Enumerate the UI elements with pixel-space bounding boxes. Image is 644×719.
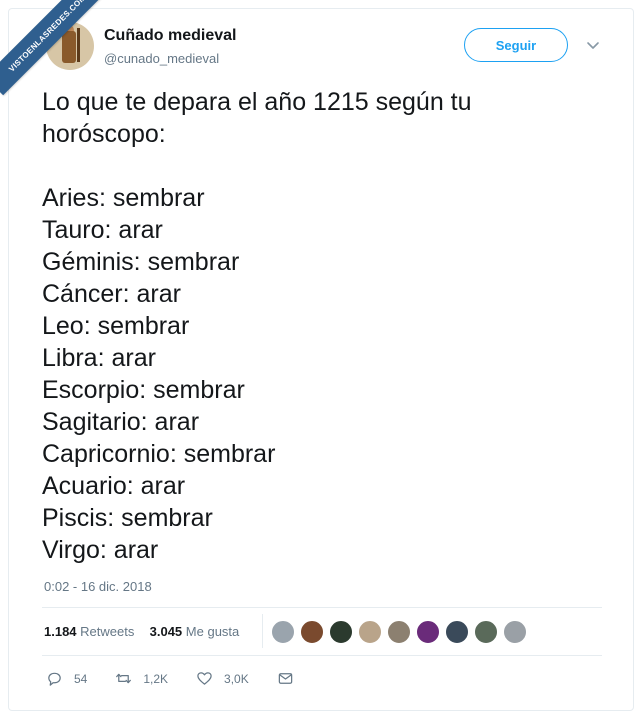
tweet-intro-line: Lo que te depara el año 1215 según tu xyxy=(42,88,472,116)
liker-avatar[interactable] xyxy=(358,620,382,644)
author-name[interactable]: Cuñado medieval xyxy=(104,27,236,45)
horoscope-line: Libra: arar xyxy=(42,344,156,372)
likes-count[interactable]: 3.045 xyxy=(150,624,183,639)
liker-avatar[interactable] xyxy=(474,620,498,644)
liker-avatars xyxy=(271,620,532,644)
message-icon xyxy=(278,673,292,684)
liker-avatar[interactable] xyxy=(300,620,324,644)
like-count: 3,0K xyxy=(224,671,249,686)
horoscope-line: Tauro: arar xyxy=(42,216,163,244)
horoscope-line: Géminis: sembrar xyxy=(42,248,240,276)
liker-avatar[interactable] xyxy=(387,620,411,644)
tweet-timestamp[interactable]: 0:02 - 16 dic. 2018 xyxy=(44,579,152,594)
chevron-down-icon[interactable] xyxy=(586,38,600,52)
liker-avatar[interactable] xyxy=(416,620,440,644)
horoscope-line: Escorpio: sembrar xyxy=(42,376,245,404)
retweet-count: 1,2K xyxy=(143,671,169,686)
tweet-intro-line: horóscopo: xyxy=(42,120,166,148)
retweets-count[interactable]: 1.184 xyxy=(44,624,77,639)
horoscope-line: Capricornio: sembrar xyxy=(42,440,276,468)
avatar-figure-tool xyxy=(77,28,80,62)
action-bar: 54 1,2K 3,0K xyxy=(46,670,333,687)
author-handle[interactable]: @cunado_medieval xyxy=(104,51,219,66)
divider xyxy=(42,607,602,608)
liker-avatar[interactable] xyxy=(503,620,527,644)
liker-avatar[interactable] xyxy=(329,620,353,644)
like-button[interactable]: 3,0K xyxy=(196,670,249,687)
reply-button[interactable]: 54 xyxy=(46,670,87,687)
message-button[interactable] xyxy=(277,670,305,687)
horoscope-line: Piscis: sembrar xyxy=(42,504,213,532)
avatar-figure-body xyxy=(62,31,76,63)
horoscope-line: Aries: sembrar xyxy=(42,184,205,212)
retweet-icon xyxy=(116,673,132,684)
tweet-stats: 1.184 Retweets 3.045 Me gusta xyxy=(44,624,239,639)
retweet-button[interactable]: 1,2K xyxy=(115,670,168,687)
tweet-text: Lo que te depara el año 1215 según tu ho… xyxy=(42,86,602,566)
liker-avatar[interactable] xyxy=(271,620,295,644)
heart-icon xyxy=(197,672,212,685)
divider xyxy=(42,655,602,656)
follow-button[interactable]: Seguir xyxy=(464,28,568,62)
liker-avatar[interactable] xyxy=(445,620,469,644)
horoscope-line: Virgo: arar xyxy=(42,536,159,564)
retweets-label[interactable]: Retweets xyxy=(80,624,134,639)
horoscope-line: Leo: sembrar xyxy=(42,312,190,340)
horoscope-line: Cáncer: arar xyxy=(42,280,181,308)
likes-label[interactable]: Me gusta xyxy=(186,624,239,639)
horoscope-line: Acuario: arar xyxy=(42,472,186,500)
divider xyxy=(262,614,263,648)
horoscope-line: Sagitario: arar xyxy=(42,408,200,436)
reply-count: 54 xyxy=(74,671,88,686)
reply-icon xyxy=(48,672,61,686)
